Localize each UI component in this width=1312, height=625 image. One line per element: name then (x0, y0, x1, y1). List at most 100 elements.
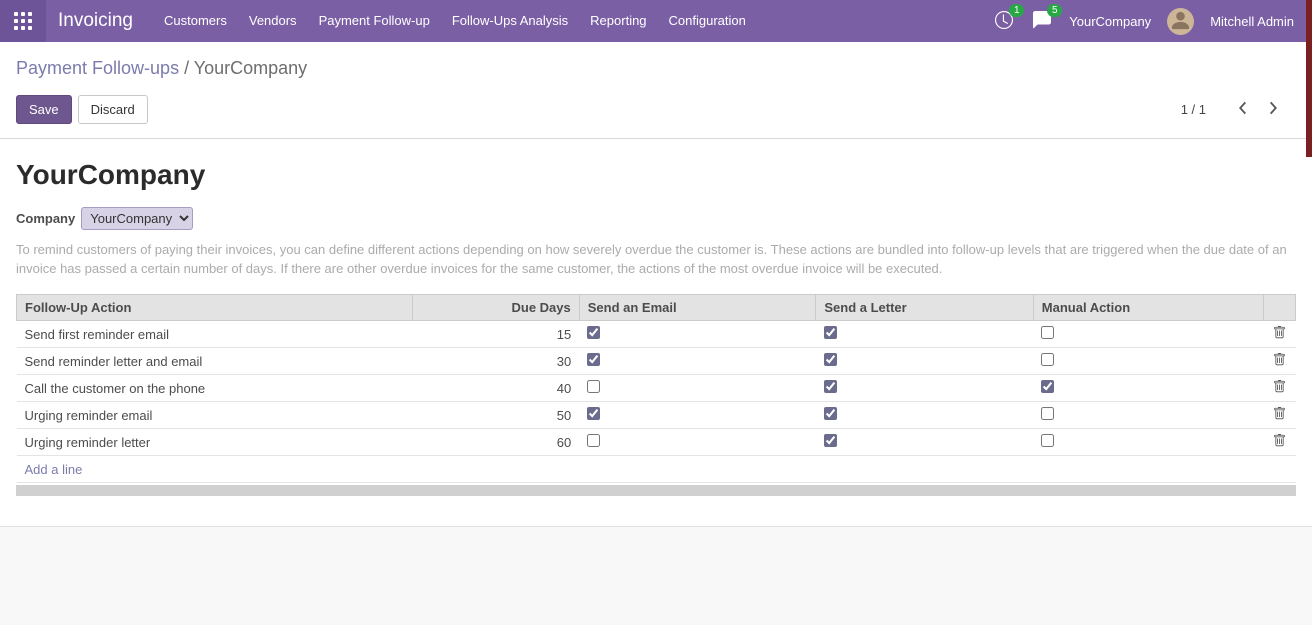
followup-table-body: Send first reminder email 15 Send remind… (17, 321, 1296, 456)
messages-button[interactable]: 5 (1031, 11, 1053, 31)
column-header: Manual Action (1033, 295, 1263, 321)
top-navbar: Invoicing CustomersVendorsPayment Follow… (0, 0, 1312, 42)
row-due-days-cell[interactable]: 40 (413, 375, 579, 402)
help-text: To remind customers of paying their invo… (16, 240, 1292, 278)
row-action-cell[interactable]: Urging reminder letter (17, 429, 413, 456)
row-send-letter-cell (816, 402, 1033, 429)
table-footer-bar (16, 485, 1296, 496)
manual-action-checkbox[interactable] (1041, 380, 1054, 393)
scrollbar-thumb[interactable] (1306, 0, 1312, 157)
send-letter-checkbox[interactable] (824, 407, 837, 420)
send-email-checkbox[interactable] (587, 353, 600, 366)
row-due-days-cell[interactable]: 60 (413, 429, 579, 456)
menu-item[interactable]: Payment Follow-up (308, 0, 441, 42)
row-manual-action-cell (1033, 348, 1263, 375)
chevron-left-icon (1238, 101, 1247, 118)
pager-previous-button[interactable] (1232, 99, 1253, 120)
row-send-email-cell (579, 429, 816, 456)
column-header: Due Days (413, 295, 579, 321)
breadcrumb-current: YourCompany (194, 58, 307, 78)
control-panel: Payment Follow-ups / YourCompany Save Di… (0, 42, 1312, 139)
row-due-days-cell[interactable]: 15 (413, 321, 579, 348)
row-due-days-cell[interactable]: 30 (413, 348, 579, 375)
row-delete-cell (1264, 348, 1296, 375)
row-send-letter-cell (816, 321, 1033, 348)
row-manual-action-cell (1033, 321, 1263, 348)
row-manual-action-cell (1033, 375, 1263, 402)
send-email-checkbox[interactable] (587, 326, 600, 339)
manual-action-checkbox[interactable] (1041, 326, 1054, 339)
company-field-select[interactable]: YourCompany (81, 207, 193, 230)
row-delete-cell (1264, 402, 1296, 429)
avatar[interactable] (1167, 8, 1194, 35)
manual-action-checkbox[interactable] (1041, 434, 1054, 447)
row-action-cell[interactable]: Urging reminder email (17, 402, 413, 429)
send-email-checkbox[interactable] (587, 407, 600, 420)
delete-row-button[interactable] (1273, 380, 1286, 393)
table-row[interactable]: Send reminder letter and email 30 (17, 348, 1296, 375)
send-letter-checkbox[interactable] (824, 326, 837, 339)
row-action-cell[interactable]: Send reminder letter and email (17, 348, 413, 375)
table-row[interactable]: Call the customer on the phone 40 (17, 375, 1296, 402)
row-send-letter-cell (816, 375, 1033, 402)
send-email-checkbox[interactable] (587, 380, 600, 393)
below-sheet-area (0, 526, 1312, 625)
activities-badge: 1 (1009, 4, 1024, 17)
apps-menu-button[interactable] (0, 0, 46, 42)
add-line-row: Add a line (17, 456, 1296, 483)
menu-item[interactable]: Follow-Ups Analysis (441, 0, 579, 42)
send-letter-checkbox[interactable] (824, 434, 837, 447)
add-line-link[interactable]: Add a line (25, 462, 83, 477)
send-email-checkbox[interactable] (587, 434, 600, 447)
row-manual-action-cell (1033, 429, 1263, 456)
pager-next-button[interactable] (1263, 99, 1284, 120)
trash-icon (1273, 327, 1286, 342)
activities-button[interactable]: 1 (993, 11, 1015, 31)
trash-icon (1273, 381, 1286, 396)
company-switcher[interactable]: YourCompany (1069, 14, 1151, 29)
row-send-letter-cell (816, 348, 1033, 375)
user-menu[interactable]: Mitchell Admin (1210, 14, 1294, 29)
delete-row-button[interactable] (1273, 353, 1286, 366)
row-send-email-cell (579, 375, 816, 402)
manual-action-checkbox[interactable] (1041, 407, 1054, 420)
pager: 1 / 1 (1181, 99, 1296, 120)
table-row[interactable]: Urging reminder letter 60 (17, 429, 1296, 456)
column-header: Send a Letter (816, 295, 1033, 321)
discard-button[interactable]: Discard (78, 95, 148, 124)
row-send-email-cell (579, 402, 816, 429)
send-letter-checkbox[interactable] (824, 380, 837, 393)
table-row[interactable]: Urging reminder email 50 (17, 402, 1296, 429)
row-delete-cell (1264, 375, 1296, 402)
delete-row-button[interactable] (1273, 326, 1286, 339)
row-delete-cell (1264, 321, 1296, 348)
row-action-cell[interactable]: Send first reminder email (17, 321, 413, 348)
main-menu: CustomersVendorsPayment Follow-upFollow-… (153, 0, 757, 42)
row-manual-action-cell (1033, 402, 1263, 429)
breadcrumb-parent[interactable]: Payment Follow-ups (16, 58, 179, 78)
menu-item[interactable]: Vendors (238, 0, 308, 42)
company-field-label: Company (16, 211, 75, 226)
menu-item[interactable]: Customers (153, 0, 238, 42)
table-row[interactable]: Send first reminder email 15 (17, 321, 1296, 348)
row-send-email-cell (579, 348, 816, 375)
delete-row-button[interactable] (1273, 434, 1286, 447)
menu-item[interactable]: Configuration (658, 0, 757, 42)
trash-icon (1273, 354, 1286, 369)
column-header: Follow-Up Action (17, 295, 413, 321)
menu-item[interactable]: Reporting (579, 0, 657, 42)
send-letter-checkbox[interactable] (824, 353, 837, 366)
row-delete-cell (1264, 429, 1296, 456)
column-header (1264, 295, 1296, 321)
breadcrumb: Payment Follow-ups / YourCompany (16, 58, 1296, 79)
trash-icon (1273, 408, 1286, 423)
delete-row-button[interactable] (1273, 407, 1286, 420)
page: Invoicing CustomersVendorsPayment Follow… (0, 0, 1312, 625)
manual-action-checkbox[interactable] (1041, 353, 1054, 366)
app-name[interactable]: Invoicing (46, 10, 153, 32)
row-send-letter-cell (816, 429, 1033, 456)
row-due-days-cell[interactable]: 50 (413, 402, 579, 429)
save-button[interactable]: Save (16, 95, 72, 124)
trash-icon (1273, 435, 1286, 450)
row-action-cell[interactable]: Call the customer on the phone (17, 375, 413, 402)
